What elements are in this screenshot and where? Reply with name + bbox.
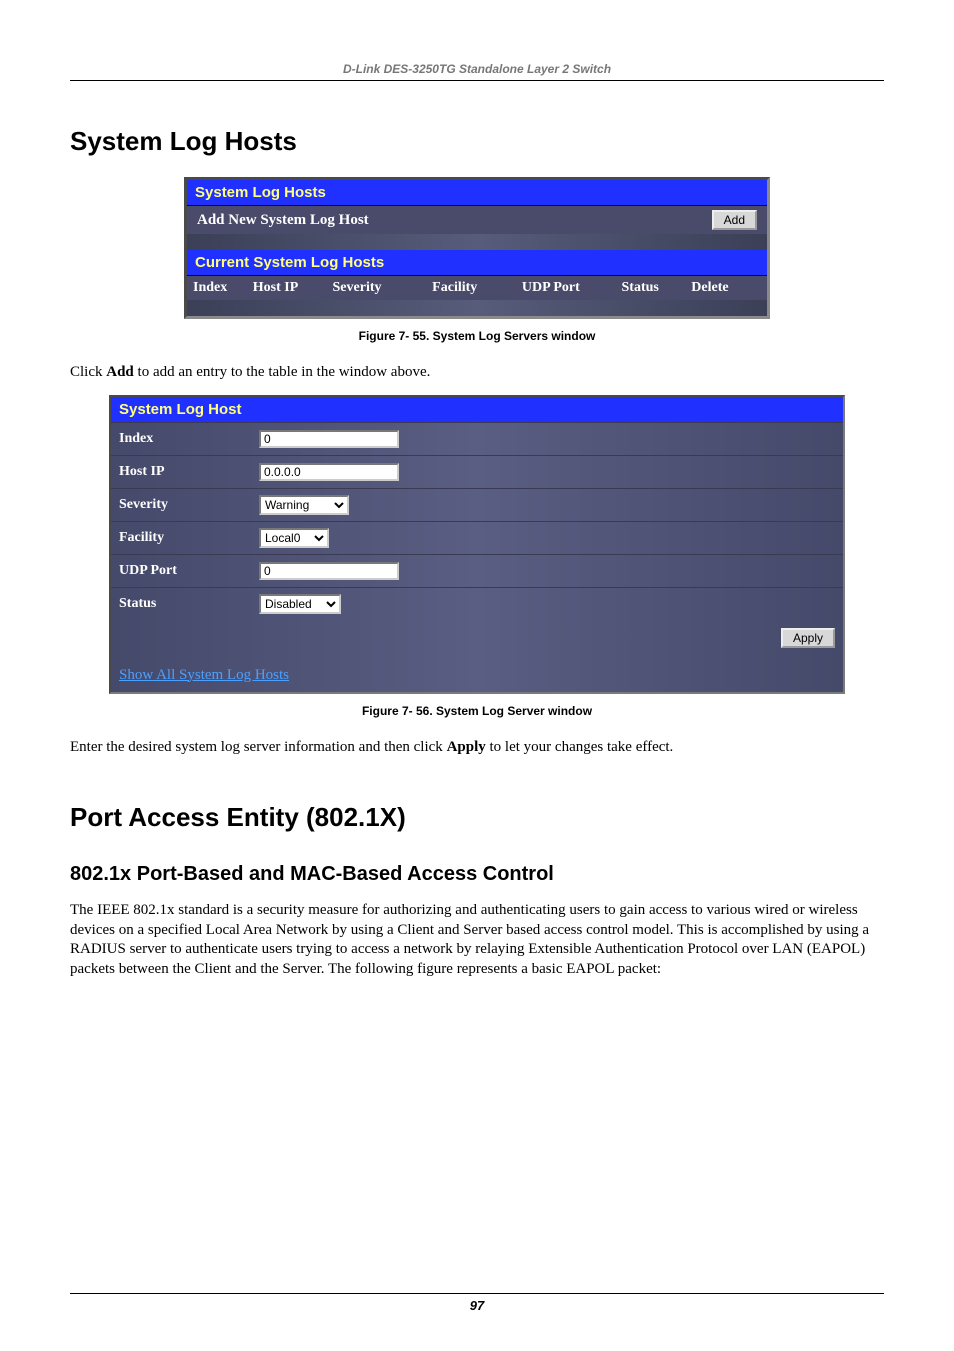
form-row-index: Index: [111, 422, 843, 455]
index-input[interactable]: [259, 430, 399, 448]
para2-a: Enter the desired system log server info…: [70, 739, 447, 755]
col-udp-port: UDP Port: [522, 280, 622, 296]
form-title: System Log Host: [111, 397, 843, 422]
status-select[interactable]: Disabled: [259, 594, 341, 614]
col-severity: Severity: [333, 280, 433, 296]
paragraph-8021x-body: The IEEE 802.1x standard is a security m…: [70, 901, 884, 979]
para2-b: Apply: [447, 739, 486, 755]
form-row-udp: UDP Port: [111, 554, 843, 587]
col-host-ip: Host IP: [253, 280, 333, 296]
form-row-host-ip: Host IP: [111, 455, 843, 488]
panel-title: System Log Hosts: [187, 180, 767, 206]
header-title: D-Link DES-3250TG Standalone Layer 2 Swi…: [343, 62, 611, 76]
severity-label: Severity: [119, 497, 259, 513]
severity-select[interactable]: Warning: [259, 495, 349, 515]
add-new-label: Add New System Log Host: [197, 212, 369, 229]
add-new-row: Add New System Log Host Add: [187, 206, 767, 234]
show-all-link[interactable]: Show All System Log Hosts: [119, 667, 289, 683]
figure-caption-2: Figure 7- 56. System Log Server window: [70, 704, 884, 718]
page-footer: 97: [70, 1293, 884, 1313]
udp-input[interactable]: [259, 562, 399, 580]
form-row-status: Status Disabled: [111, 587, 843, 620]
page-number: 97: [470, 1298, 484, 1313]
host-ip-input[interactable]: [259, 463, 399, 481]
paragraph-click-add: Click Add to add an entry to the table i…: [70, 363, 884, 383]
col-facility: Facility: [432, 280, 522, 296]
link-row: Show All System Log Hosts: [111, 662, 843, 692]
panel-gap-bottom: [187, 300, 767, 316]
facility-select[interactable]: Local0: [259, 528, 329, 548]
system-log-hosts-panel: System Log Hosts Add New System Log Host…: [184, 177, 770, 319]
para1-b: Add: [106, 364, 134, 380]
col-delete: Delete: [691, 280, 761, 296]
apply-button[interactable]: Apply: [781, 628, 835, 648]
section-system-log-hosts-heading: System Log Hosts: [70, 126, 884, 157]
panel-gap: [187, 234, 767, 250]
status-label: Status: [119, 596, 259, 612]
para1-c: to add an entry to the table in the wind…: [134, 364, 431, 380]
facility-label: Facility: [119, 530, 259, 546]
para2-c: to let your changes take effect.: [486, 739, 674, 755]
page-header: D-Link DES-3250TG Standalone Layer 2 Swi…: [70, 60, 884, 81]
system-log-host-form-panel: System Log Host Index Host IP Severity W…: [109, 395, 845, 694]
host-ip-label: Host IP: [119, 464, 259, 480]
section-port-access-entity-heading: Port Access Entity (802.1X): [70, 802, 884, 833]
form-row-severity: Severity Warning: [111, 488, 843, 521]
para1-a: Click: [70, 364, 106, 380]
udp-label: UDP Port: [119, 563, 259, 579]
figure-caption-1: Figure 7- 55. System Log Servers window: [70, 329, 884, 343]
col-index: Index: [193, 280, 253, 296]
index-label: Index: [119, 431, 259, 447]
table-header-row: Index Host IP Severity Facility UDP Port…: [187, 276, 767, 300]
add-button[interactable]: Add: [712, 210, 757, 230]
col-status: Status: [622, 280, 692, 296]
form-row-facility: Facility Local0: [111, 521, 843, 554]
paragraph-apply: Enter the desired system log server info…: [70, 738, 884, 758]
panel-subtitle: Current System Log Hosts: [187, 250, 767, 276]
subsection-8021x-heading: 802.1x Port-Based and MAC-Based Access C…: [70, 863, 884, 886]
apply-row: Apply: [111, 620, 843, 662]
